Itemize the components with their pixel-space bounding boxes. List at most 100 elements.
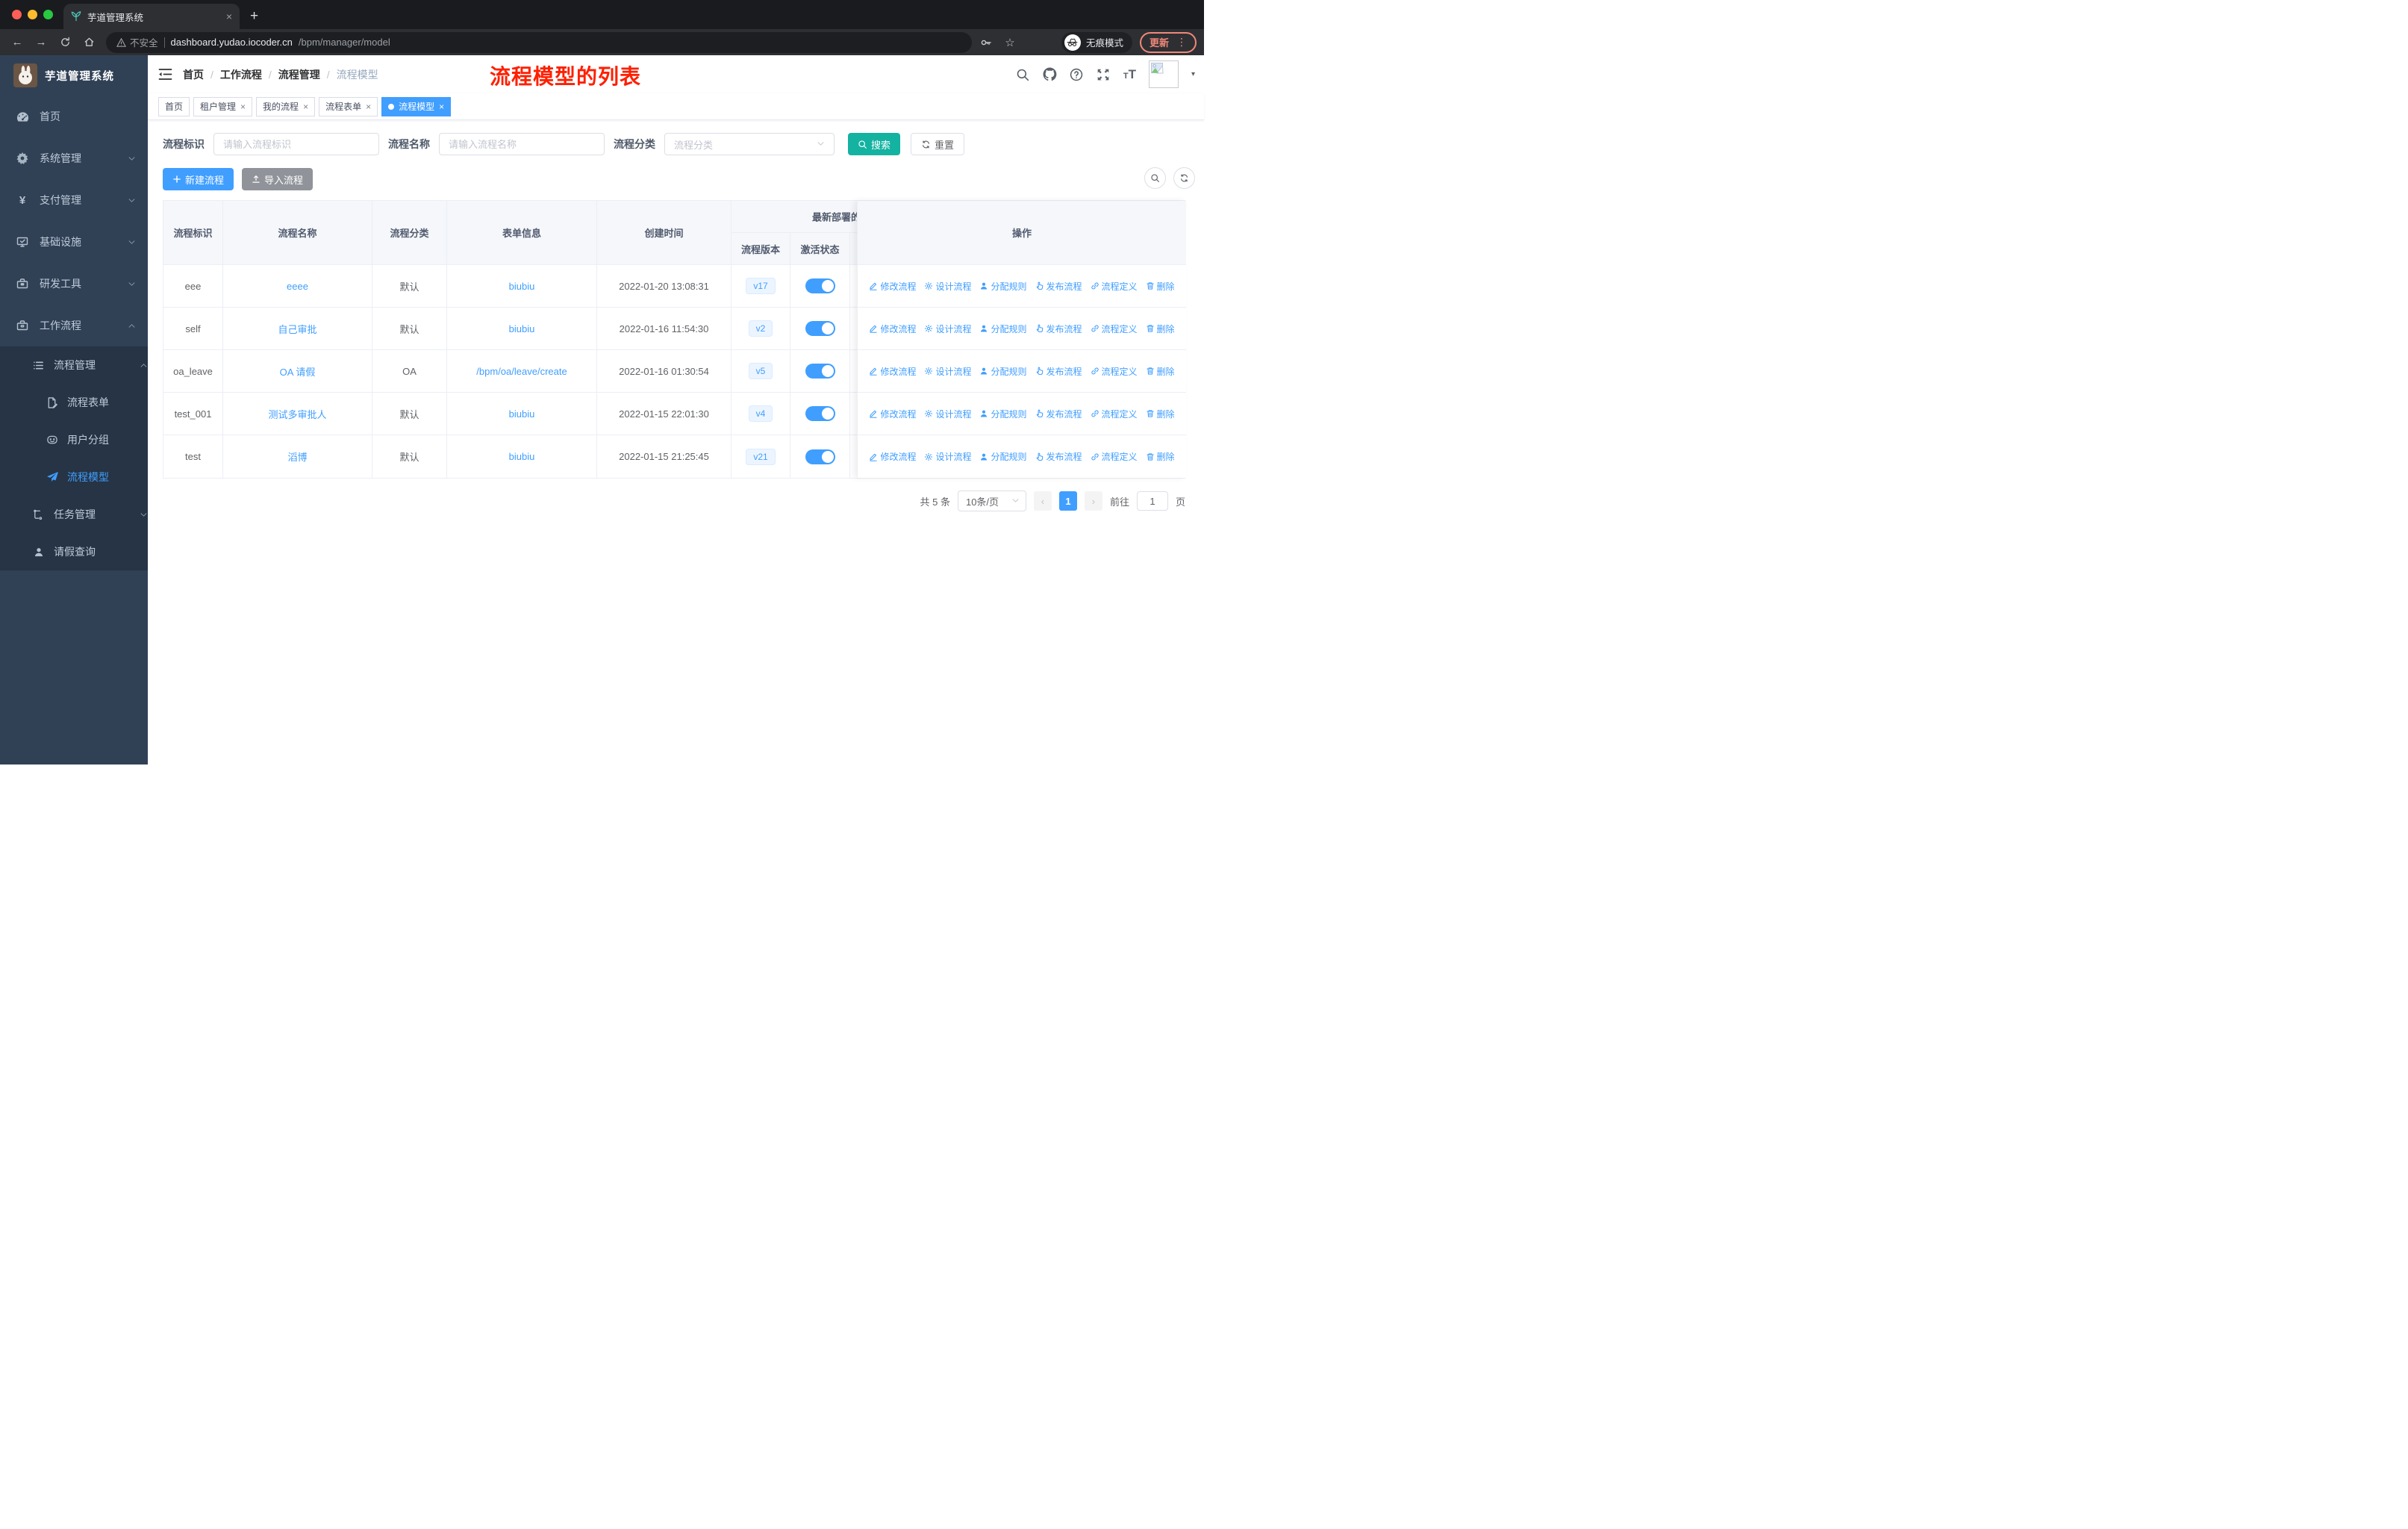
reset-button[interactable]: 重置 [911, 133, 965, 155]
new-tab-button[interactable]: + [250, 8, 258, 29]
tab-close-icon[interactable]: × [226, 10, 232, 22]
row-action-publish-hand[interactable]: 发布流程 [1035, 450, 1082, 463]
row-action-delete-trash[interactable]: 删除 [1146, 408, 1175, 420]
row-action-publish-hand[interactable]: 发布流程 [1035, 323, 1082, 335]
tag[interactable]: 流程模型 × [381, 96, 452, 116]
active-status-toggle[interactable] [805, 321, 835, 336]
row-action-definition-link[interactable]: 流程定义 [1091, 408, 1138, 420]
row-action-design-gear[interactable]: 设计流程 [924, 365, 971, 378]
cell-form-link[interactable]: biubiu [509, 281, 535, 292]
row-action-delete-trash[interactable]: 删除 [1146, 323, 1175, 335]
sidebar-item[interactable]: 基础设施 [0, 221, 148, 263]
row-action-edit[interactable]: 修改流程 [869, 450, 916, 463]
browser-update-button[interactable]: 更新 ⋮ [1139, 31, 1197, 53]
cell-form-link[interactable]: biubiu [509, 408, 535, 420]
font-size-icon[interactable]: TT [1123, 67, 1136, 82]
window-controls[interactable] [0, 0, 63, 29]
tag-close-icon[interactable]: × [439, 102, 444, 112]
forward-icon[interactable]: → [31, 33, 51, 52]
sidebar-subitem[interactable]: 流程管理 [0, 346, 148, 384]
row-action-design-gear[interactable]: 设计流程 [924, 323, 971, 335]
sidebar-subitem[interactable]: 流程模型 [0, 458, 148, 496]
row-action-delete-trash[interactable]: 删除 [1146, 365, 1175, 378]
search-button[interactable]: 搜索 [848, 133, 901, 155]
tag-close-icon[interactable]: × [366, 102, 371, 112]
home-icon[interactable] [79, 33, 99, 52]
active-status-toggle[interactable] [805, 364, 835, 379]
cell-process-name-link[interactable]: OA 请假 [280, 364, 316, 379]
sidebar-item[interactable]: ¥ 支付管理 [0, 179, 148, 221]
process-category-select[interactable]: 流程分类 [664, 133, 835, 155]
sidebar-item[interactable]: 首页 [0, 96, 148, 137]
sidebar-subitem[interactable]: 请假查询 [0, 533, 148, 570]
address-bar[interactable]: 不安全 dashboard.yudao.iocoder.cn/bpm/manag… [106, 31, 972, 53]
import-process-button[interactable]: 导入流程 [242, 168, 314, 190]
browser-menu-icon[interactable]: ⋮ [1176, 36, 1187, 49]
row-action-definition-link[interactable]: 流程定义 [1091, 323, 1138, 335]
avatar-caret-icon[interactable]: ▾ [1191, 70, 1195, 78]
avatar[interactable] [1148, 60, 1179, 88]
active-status-toggle[interactable] [805, 449, 835, 464]
version-badge[interactable]: v4 [748, 405, 773, 422]
row-action-design-gear[interactable]: 设计流程 [924, 408, 971, 420]
row-action-edit[interactable]: 修改流程 [869, 365, 916, 378]
version-badge[interactable]: v17 [746, 278, 776, 294]
goto-page-input[interactable] [1136, 491, 1168, 511]
row-action-assign-user[interactable]: 分配规则 [979, 450, 1027, 463]
row-action-design-gear[interactable]: 设计流程 [924, 280, 971, 293]
row-action-publish-hand[interactable]: 发布流程 [1035, 408, 1082, 420]
help-icon[interactable] [1070, 67, 1084, 81]
cell-process-name-link[interactable]: 自己审批 [278, 322, 316, 336]
tag-close-icon[interactable]: × [303, 102, 308, 112]
sidebar-subitem[interactable]: 用户分组 [0, 421, 148, 458]
tag-close-icon[interactable]: × [240, 102, 246, 112]
row-action-delete-trash[interactable]: 删除 [1146, 280, 1175, 293]
row-action-design-gear[interactable]: 设计流程 [924, 450, 971, 463]
minimize-window-button[interactable] [28, 10, 37, 19]
create-process-button[interactable]: 新建流程 [163, 168, 234, 190]
row-action-definition-link[interactable]: 流程定义 [1091, 280, 1138, 293]
github-icon[interactable] [1043, 67, 1057, 81]
search-icon[interactable] [1016, 67, 1030, 81]
process-id-input[interactable] [213, 133, 379, 155]
tag[interactable]: 租户管理 × [193, 96, 253, 116]
process-name-input[interactable] [439, 133, 605, 155]
key-icon[interactable] [976, 33, 996, 52]
row-action-edit[interactable]: 修改流程 [869, 280, 916, 293]
tag[interactable]: 我的流程 × [256, 96, 316, 116]
breadcrumb-item[interactable]: 工作流程 [220, 67, 262, 82]
row-action-edit[interactable]: 修改流程 [869, 408, 916, 420]
cell-process-name-link[interactable]: eeee [287, 281, 308, 292]
row-action-edit[interactable]: 修改流程 [869, 323, 916, 335]
bookmark-star-icon[interactable]: ☆ [1000, 33, 1020, 52]
next-page-button[interactable]: › [1084, 491, 1102, 511]
breadcrumb-item[interactable]: 流程管理 [278, 67, 320, 82]
maximize-window-button[interactable] [43, 10, 53, 19]
cell-form-link[interactable]: biubiu [509, 451, 535, 462]
sidebar-subitem[interactable]: 流程表单 [0, 384, 148, 421]
sidebar-fold-icon[interactable] [158, 68, 172, 81]
row-action-assign-user[interactable]: 分配规则 [979, 365, 1027, 378]
cell-form-link[interactable]: /bpm/oa/leave/create [476, 366, 567, 377]
row-action-publish-hand[interactable]: 发布流程 [1035, 365, 1082, 378]
show-search-button[interactable] [1144, 167, 1166, 189]
version-badge[interactable]: v2 [748, 320, 773, 337]
breadcrumb-item[interactable]: 流程模型 [337, 67, 378, 82]
row-action-assign-user[interactable]: 分配规则 [979, 323, 1027, 335]
active-status-toggle[interactable] [805, 406, 835, 421]
close-window-button[interactable] [12, 10, 22, 19]
sidebar-subitem[interactable]: 任务管理 [0, 496, 148, 533]
version-badge[interactable]: v5 [748, 363, 773, 379]
browser-tab[interactable]: 芋道管理系统 × [63, 4, 240, 29]
version-badge[interactable]: v21 [746, 448, 776, 465]
sidebar-item[interactable]: 系统管理 [0, 137, 148, 179]
reload-icon[interactable] [55, 33, 75, 52]
back-icon[interactable]: ← [7, 33, 27, 52]
page-size-select[interactable]: 10条/页 [957, 491, 1026, 511]
cell-process-name-link[interactable]: 测试多审批人 [268, 407, 326, 421]
current-page-button[interactable]: 1 [1058, 491, 1077, 511]
row-action-publish-hand[interactable]: 发布流程 [1035, 280, 1082, 293]
row-action-delete-trash[interactable]: 删除 [1146, 450, 1175, 463]
row-action-definition-link[interactable]: 流程定义 [1091, 450, 1138, 463]
sidebar-item[interactable]: 研发工具 [0, 263, 148, 305]
